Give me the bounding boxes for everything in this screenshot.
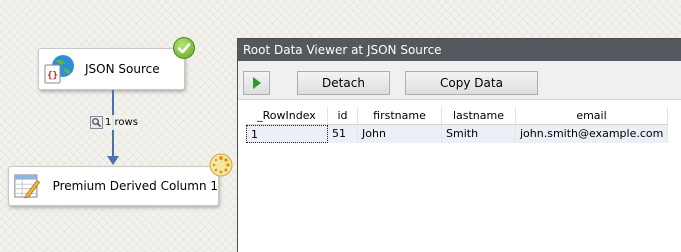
grid-cell[interactable]: John (358, 125, 442, 143)
column-header[interactable]: id (328, 107, 358, 125)
grid-cell[interactable]: Smith (442, 125, 516, 143)
grid-cell[interactable]: john.smith@example.com (516, 125, 668, 143)
data-viewer-titlebar[interactable]: Root Data Viewer at JSON Source (238, 39, 681, 61)
derived-column-node[interactable]: Premium Derived Column 1 (8, 166, 219, 206)
data-path-row-count[interactable]: 1 rows (89, 115, 139, 130)
grid-cell[interactable]: 51 (328, 125, 358, 143)
success-check-icon (173, 37, 195, 59)
data-path-arrowhead (107, 156, 119, 165)
column-header[interactable]: lastname (442, 107, 516, 125)
derived-column-label: Premium Derived Column 1 (52, 179, 218, 193)
data-viewer-magnifier-icon (90, 116, 103, 129)
copy-data-button[interactable]: Copy Data (405, 71, 538, 95)
table-row[interactable]: 1 51 John Smith john.smith@example.com (246, 125, 668, 143)
derived-column-icon (14, 174, 41, 199)
play-button[interactable] (243, 71, 270, 95)
svg-text:{}: {} (47, 71, 58, 81)
column-header[interactable]: _RowIndex (246, 107, 328, 125)
play-icon (252, 77, 261, 89)
data-viewer-toolbar: Detach Copy Data (238, 61, 681, 100)
detach-button[interactable]: Detach (297, 71, 390, 95)
data-viewer-title: Root Data Viewer at JSON Source (243, 43, 442, 57)
in-progress-icon (209, 153, 233, 177)
row-count-label: 1 rows (105, 117, 138, 128)
column-header[interactable]: firstname (358, 107, 442, 125)
json-source-icon: {} (44, 55, 74, 84)
column-header[interactable]: email (516, 107, 668, 125)
data-viewer-window: Root Data Viewer at JSON Source Detach C… (237, 38, 681, 252)
grid-cell[interactable]: 1 (246, 125, 328, 143)
json-source-label: JSON Source (85, 62, 160, 76)
data-grid[interactable]: _RowIndex id firstname lastname email 1 … (246, 107, 668, 143)
json-source-node[interactable]: {} JSON Source (38, 48, 185, 90)
grid-header-row: _RowIndex id firstname lastname email (246, 107, 668, 125)
